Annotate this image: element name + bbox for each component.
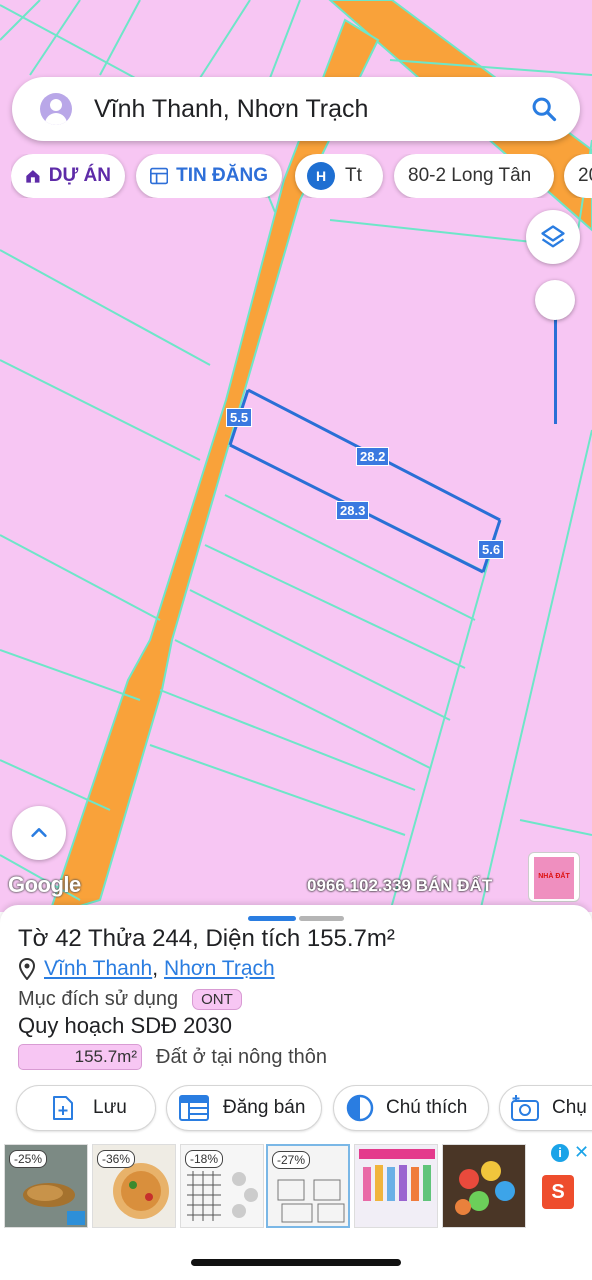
camera-icon [511, 1095, 539, 1121]
ad-product-6[interactable] [442, 1144, 526, 1228]
shopee-bag-icon[interactable]: S [542, 1175, 574, 1209]
plan-legend-row: 155.7m² Đất ở tại nông thôn [18, 1044, 327, 1070]
action-buttons: Lưu Đăng bán Chú thích Chụ [16, 1085, 592, 1131]
add-file-icon [53, 1096, 73, 1120]
table-icon [179, 1095, 209, 1121]
capture-button[interactable]: Chụ [499, 1085, 592, 1131]
district-link[interactable]: Nhơn Trạch [164, 957, 275, 981]
ad-discount-2: -36% [97, 1150, 136, 1168]
search-bar[interactable]: Vĩnh Thanh, Nhơn Trạch [12, 77, 580, 141]
google-logo: Google [8, 872, 81, 897]
search-input[interactable]: Vĩnh Thanh, Nhơn Trạch [94, 95, 530, 124]
post-sale-button[interactable]: Đăng bán [166, 1085, 322, 1131]
ad-product-2[interactable]: -36% [92, 1144, 176, 1228]
chip-long-tan-label: 80-2 Long Tân [408, 165, 532, 186]
post-sale-label: Đăng bán [223, 1097, 306, 1118]
legend-label: Chú thích [386, 1097, 468, 1118]
ad-product-3[interactable]: -18% [180, 1144, 264, 1228]
ad-product-4[interactable]: -27% [266, 1144, 350, 1228]
ad-discount-1: -25% [9, 1150, 48, 1168]
ad-info-icon[interactable]: i [551, 1144, 569, 1162]
chip-long-tan[interactable]: 80-2 Long Tân [394, 154, 554, 198]
chip-tin-dang[interactable]: TIN ĐĂNG [136, 154, 282, 198]
chip-du-an-label: DỰ ÁN [48, 165, 111, 186]
house-icon [26, 170, 40, 183]
ad-discount-3: -18% [185, 1150, 224, 1168]
brand-logo[interactable]: NHÀ ĐẤT [528, 852, 580, 902]
half-circle-icon [346, 1094, 374, 1122]
dimension-label-left: 5.5 [226, 408, 253, 427]
search-icon[interactable] [530, 95, 558, 123]
save-label: Lưu [93, 1097, 127, 1118]
app-screen: 5.5 28.2 28.3 5.6 Vĩnh Thanh, Nhơn Trạch… [0, 0, 592, 1280]
drag-handle-active[interactable] [248, 916, 296, 921]
drag-handle-inactive[interactable] [299, 916, 344, 921]
purpose-label: Mục đích sử dụng [18, 988, 179, 1010]
dimension-label-top: 28.2 [356, 447, 390, 466]
location-pin-icon [18, 958, 36, 980]
ad-discount-4: -27% [272, 1151, 311, 1169]
opacity-slider-thumb[interactable] [535, 280, 575, 320]
capture-label: Chụ [552, 1097, 587, 1118]
chip-tt-label: Tt [345, 165, 362, 186]
dimension-label-bottom: 28.3 [336, 501, 370, 520]
purpose-row: Mục đích sử dụng ONT [18, 988, 242, 1011]
purpose-badge: ONT [192, 989, 242, 1010]
dimension-label-right: 5.6 [478, 540, 505, 559]
ad-product-5[interactable] [354, 1144, 438, 1228]
parcel-title: Tờ 42 Thửa 244, Diện tích 155.7m² [18, 925, 395, 952]
h-badge-icon: H [307, 162, 335, 190]
chip-tt[interactable]: H Tt [295, 154, 383, 198]
ward-link[interactable]: Vĩnh Thanh [44, 957, 152, 981]
plan-title: Quy hoạch SDĐ 2030 [18, 1013, 233, 1038]
map-view[interactable]: 5.5 28.2 28.3 5.6 Vĩnh Thanh, Nhơn Trạch… [0, 0, 592, 912]
watermark-text: 0966.102.339 BÁN ĐẤT [307, 876, 493, 895]
plan-description: Đất ở tại nông thôn [156, 1045, 328, 1068]
save-button[interactable]: Lưu [16, 1085, 156, 1131]
home-indicator[interactable] [191, 1259, 401, 1266]
avatar[interactable] [40, 93, 72, 125]
ad-banner[interactable]: -25% -36% -18% -27% i ✕ S [0, 1141, 592, 1237]
chip-more-label: 20 [578, 165, 592, 186]
legend-button[interactable]: Chú thích [333, 1085, 489, 1131]
chip-more[interactable]: 20 [564, 154, 592, 198]
location-separator: , [152, 957, 159, 980]
location-row: Vĩnh Thanh , Nhơn Trạch [18, 957, 275, 981]
chip-du-an[interactable]: DỰ ÁN [11, 154, 125, 198]
chip-tin-dang-label: TIN ĐĂNG [176, 165, 268, 186]
expand-panel-button[interactable] [12, 806, 66, 860]
ad-product-1[interactable]: -25% [4, 1144, 88, 1228]
brand-logo-text: NHÀ ĐẤT [538, 873, 570, 880]
close-icon[interactable]: ✕ [574, 1142, 589, 1163]
parcel-info-panel: Tờ 42 Thửa 244, Diện tích 155.7m² Vĩnh T… [0, 905, 592, 1280]
layers-icon [541, 225, 565, 248]
listing-icon [150, 167, 169, 185]
filter-chips: DỰ ÁN TIN ĐĂNG H Tt 80-2 Long Tân 20 [11, 154, 592, 198]
plan-area-swatch: 155.7m² [18, 1044, 142, 1070]
layers-button[interactable] [526, 210, 580, 264]
chevron-up-icon [31, 828, 47, 838]
